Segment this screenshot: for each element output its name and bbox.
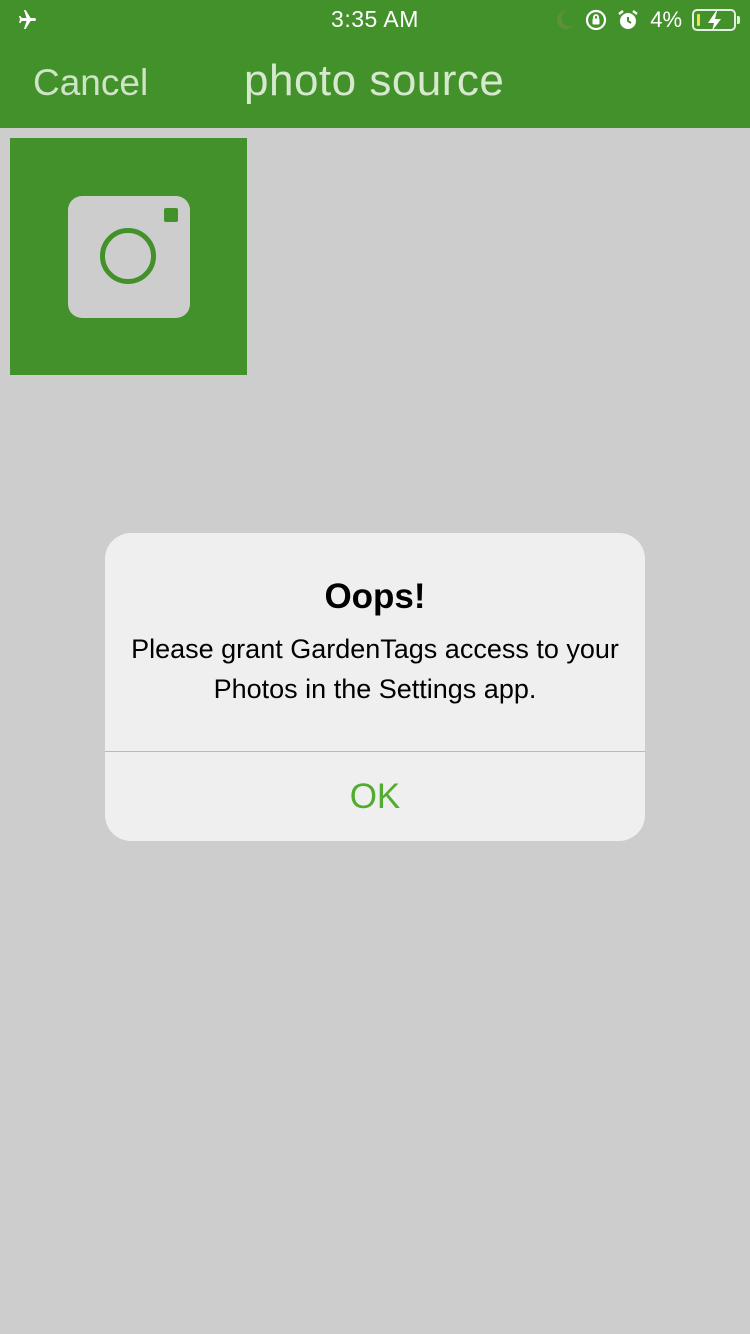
camera-flash: [164, 208, 178, 222]
moon-icon: [557, 10, 574, 29]
page-title: photo source: [244, 56, 505, 105]
alert-title: Oops!: [324, 577, 426, 616]
status-bar: 3:35 AM 4%: [0, 0, 750, 40]
orientation-lock-icon: [586, 9, 607, 31]
battery-charging-icon: [692, 9, 740, 31]
camera-lens: [100, 228, 156, 284]
top-bar: 3:35 AM 4% Cancel photo source: [0, 0, 750, 128]
alarm-icon: [618, 10, 638, 29]
charging-bolt-icon: [708, 11, 721, 31]
battery-percent: 4%: [650, 7, 682, 32]
cancel-button[interactable]: Cancel: [33, 62, 148, 104]
alert-dialog: Oops! Please grant GardenTags access to …: [105, 533, 645, 841]
camera-icon: [68, 196, 190, 318]
camera-tile[interactable]: [10, 138, 247, 375]
alert-message: Please grant GardenTags access to your P…: [131, 634, 619, 704]
status-right-group: 4%: [552, 7, 740, 33]
ok-button[interactable]: OK: [105, 752, 645, 841]
battery-level: [697, 14, 700, 26]
battery-cap: [737, 16, 740, 24]
navigation-bar: Cancel photo source: [0, 40, 750, 128]
